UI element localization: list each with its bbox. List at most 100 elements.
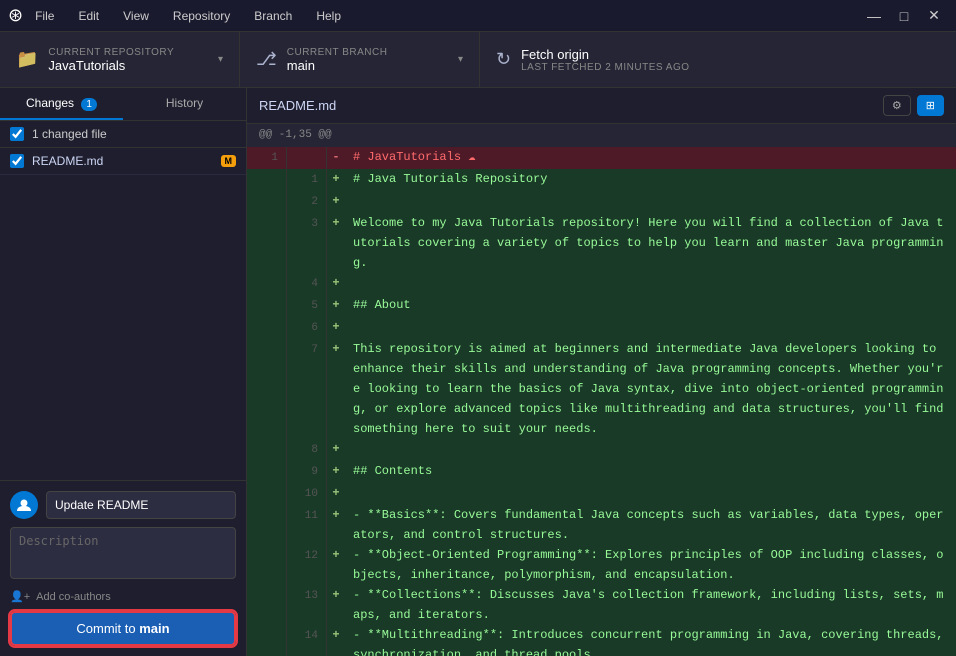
diff-expand-button[interactable]: ⊞ [917,95,944,116]
tab-changes[interactable]: Changes 1 [0,88,123,120]
diff-line: 1+# Java Tutorials Repository [247,169,956,191]
commit-branch-name: main [139,621,169,636]
diff-line-new-num: 6 [287,317,327,339]
fetch-origin-section[interactable]: ↻ Fetch origin Last fetched 2 minutes ag… [480,32,956,87]
menu-branch[interactable]: Branch [250,7,296,25]
file-item-readme[interactable]: README.md M [0,148,246,175]
close-button[interactable]: ✕ [920,2,948,30]
diff-line-code: Welcome to my Java Tutorials repository!… [345,213,956,273]
diff-line-old-num [247,317,287,339]
diff-line-code [345,483,956,505]
diff-line-old-num [247,461,287,483]
add-coauthor-row[interactable]: 👤+ Add co-authors [10,590,236,603]
diff-line-code: - **Object-Oriented Programming**: Explo… [345,545,956,585]
fetch-text: Fetch origin Last fetched 2 minutes ago [521,47,689,73]
branch-label: Current branch [287,47,388,58]
diff-line-code: - **Collections**: Discusses Java's coll… [345,585,956,625]
sidebar: Changes 1 History 1 changed file README.… [0,88,247,656]
diff-line-old-num [247,339,287,439]
diff-line-sign: + [327,213,345,273]
repo-label: Current repository [48,47,174,58]
diff-line: 12+- **Object-Oriented Programming**: Ex… [247,545,956,585]
diff-line: 2+ [247,191,956,213]
file-checkbox-wrapper[interactable] [10,154,24,168]
repo-icon: 📁 [16,49,38,70]
diff-line: 5+## About [247,295,956,317]
fetch-subtitle: Last fetched 2 minutes ago [521,62,689,73]
diff-line: 1 -# JavaTutorials ☁ [247,147,956,169]
diff-line-sign: + [327,625,345,656]
diff-line-new-num: 14 [287,625,327,656]
branch-icon: ⎇ [256,49,277,70]
diff-line: 9+## Contents [247,461,956,483]
diff-line-sign: + [327,273,345,295]
menu-file[interactable]: File [31,7,58,25]
tab-history[interactable]: History [123,88,246,120]
diff-header-actions: ⚙ ⊞ [883,95,944,116]
diff-line: 13+- **Collections**: Discusses Java's c… [247,585,956,625]
sync-icon: ↻ [496,49,511,70]
menu-help[interactable]: Help [312,7,345,25]
diff-line-sign: + [327,461,345,483]
commit-area: 👤+ Add co-authors Commit to main [0,480,246,656]
diff-line-old-num [247,213,287,273]
diff-line: 6+ [247,317,956,339]
maximize-button[interactable]: □ [890,2,918,30]
select-all-checkbox-wrapper[interactable] [10,127,24,141]
fetch-label: Fetch origin [521,47,689,62]
title-bar: ⊛ File Edit View Repository Branch Help … [0,0,956,32]
changes-count-badge: 1 [81,98,97,111]
commit-description-input[interactable] [10,527,236,579]
branch-text: Current branch main [287,47,388,73]
add-coauthor-label: Add co-authors [36,591,111,603]
diff-line-sign: + [327,169,345,191]
diff-line-old-num [247,191,287,213]
commit-message-input[interactable] [46,491,236,519]
diff-line-sign: - [327,147,345,169]
minimize-button[interactable]: — [860,2,888,30]
diff-line-old-num: 1 [247,147,287,169]
menu-edit[interactable]: Edit [74,7,103,25]
changed-files-header: 1 changed file [0,121,246,148]
diff-line-old-num [247,439,287,461]
changed-files-count: 1 changed file [32,127,107,141]
diff-line-old-num [247,295,287,317]
diff-hunk-header: @@ -1,35 @@ [247,124,956,147]
diff-line-new-num: 10 [287,483,327,505]
diff-line-sign: + [327,505,345,545]
select-all-checkbox[interactable] [10,127,24,141]
diff-line-new-num: 13 [287,585,327,625]
diff-line: 8+ [247,439,956,461]
sidebar-spacer [0,175,246,480]
repo-text: Current repository JavaTutorials [48,47,174,73]
diff-settings-button[interactable]: ⚙ [883,95,911,116]
file-checkbox[interactable] [10,154,24,168]
diff-line-new-num [287,147,327,169]
title-bar-left: ⊛ File Edit View Repository Branch Help [8,5,345,26]
diff-line-old-num [247,545,287,585]
diff-line-new-num: 2 [287,191,327,213]
menu-view[interactable]: View [119,7,153,25]
diff-content[interactable]: @@ -1,35 @@ 1 -# JavaTutorials ☁1+# Java … [247,124,956,656]
commit-button[interactable]: Commit to main [10,611,236,646]
file-status-badge: M [221,155,237,167]
diff-line-old-num [247,625,287,656]
diff-line-new-num: 3 [287,213,327,273]
diff-line-old-num [247,169,287,191]
diff-filename: README.md [259,98,336,113]
current-branch-section[interactable]: ⎇ Current branch main ▾ [240,32,480,87]
add-person-icon: 👤+ [10,590,30,603]
diff-line-sign: + [327,439,345,461]
diff-line-sign: + [327,483,345,505]
diff-line-code: # JavaTutorials ☁ [345,147,956,169]
diff-line-code: - **Basics**: Covers fundamental Java co… [345,505,956,545]
diff-line-sign: + [327,317,345,339]
diff-line-code: ## About [345,295,956,317]
menu-repository[interactable]: Repository [169,7,234,25]
diff-line: 7+This repository is aimed at beginners … [247,339,956,439]
diff-line-sign: + [327,295,345,317]
diff-line-old-num [247,505,287,545]
branch-value: main [287,58,388,73]
toolbar: 📁 Current repository JavaTutorials ▾ ⎇ C… [0,32,956,88]
current-repo-section[interactable]: 📁 Current repository JavaTutorials ▾ [0,32,240,87]
